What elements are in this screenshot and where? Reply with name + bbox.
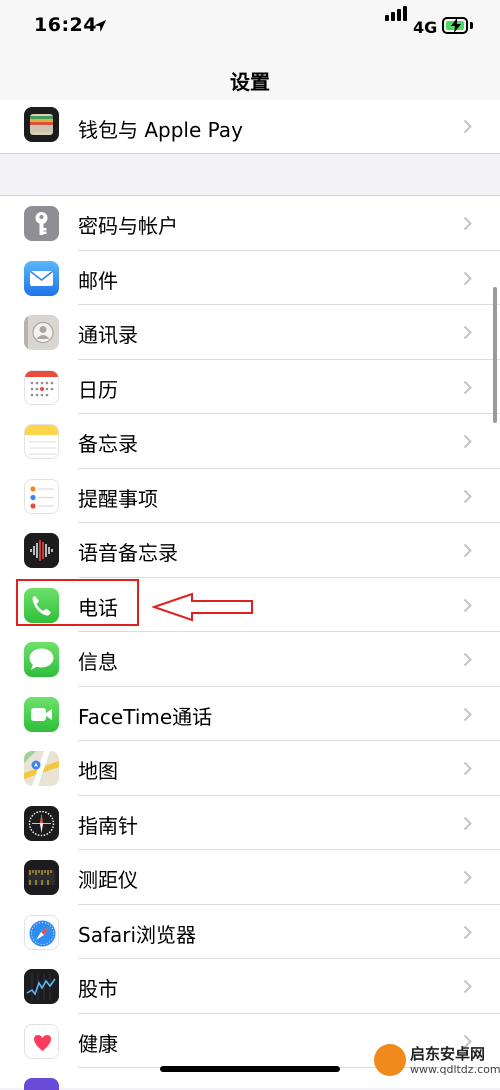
- settings-row-voice-memos[interactable]: 语音备忘录: [0, 523, 500, 578]
- reminders-icon: [24, 478, 59, 514]
- settings-row-label: 健康: [78, 1031, 118, 1056]
- settings-row-mail[interactable]: 邮件: [0, 251, 500, 305]
- chevron-right-icon: [463, 489, 472, 503]
- settings-row-label: 信息: [78, 650, 118, 674]
- voice-memos-icon: [24, 533, 59, 568]
- chevron-right-icon: [463, 979, 472, 994]
- chevron-right-icon: [463, 271, 472, 285]
- notes-icon: [24, 424, 59, 459]
- watermark-name: 启东安卓网: [410, 1045, 486, 1063]
- page-title: 设置: [230, 70, 270, 94]
- contacts-icon: [24, 315, 59, 350]
- settings-row-label: 语音备忘录: [78, 541, 178, 565]
- wallet-icon: [24, 107, 59, 142]
- watermark: 启东安卓网 www.qdltdz.com: [370, 1040, 500, 1082]
- annotation-arrow-icon: [152, 592, 253, 622]
- chevron-right-icon: [463, 816, 472, 830]
- battery-cap: [470, 22, 473, 29]
- messages-icon: [24, 642, 59, 677]
- home-indicator[interactable]: [160, 1066, 340, 1072]
- mail-icon: [24, 260, 59, 296]
- settings-row-measure[interactable]: 测距仪: [0, 850, 500, 905]
- key-icon: [24, 206, 59, 241]
- settings-row-label: 邮件: [78, 268, 118, 293]
- scroll-indicator[interactable]: [493, 287, 497, 423]
- chevron-right-icon: [463, 761, 472, 776]
- home-app-icon: [24, 1078, 59, 1090]
- settings-row-label: 股市: [78, 977, 118, 1001]
- chevron-right-icon: [463, 119, 472, 134]
- settings-row-label: 指南针: [78, 813, 138, 838]
- settings-row-label: 日历: [78, 377, 118, 402]
- chevron-right-icon: [463, 925, 472, 939]
- health-icon: [24, 1023, 59, 1059]
- safari-icon: [24, 914, 59, 950]
- status-bar: 16:24 4G: [0, 0, 500, 56]
- settings-row-maps[interactable]: 地图: [0, 741, 500, 796]
- settings-row-contacts[interactable]: 通讯录: [0, 305, 500, 360]
- measure-icon: [24, 860, 59, 895]
- settings-group-wallet: 钱包与 Apple Pay: [0, 100, 500, 154]
- chevron-right-icon: [463, 380, 472, 394]
- settings-row-label: 提醒事项: [78, 486, 158, 511]
- settings-row-label: 测距仪: [78, 868, 138, 892]
- chevron-right-icon: [463, 870, 472, 885]
- settings-row-compass[interactable]: 指南针: [0, 796, 500, 850]
- settings-row-safari[interactable]: Safari浏览器: [0, 905, 500, 959]
- watermark-logo-icon: [374, 1044, 406, 1076]
- settings-row-label: 密码与帐户: [78, 214, 178, 238]
- settings-row-label: FaceTime通话: [78, 704, 213, 729]
- settings-row-passwords[interactable]: 密码与帐户: [0, 196, 500, 251]
- location-arrow-icon: [94, 20, 106, 32]
- settings-row-wallet[interactable]: 钱包与 Apple Pay: [0, 100, 500, 153]
- settings-row-calendar[interactable]: 日历: [0, 360, 500, 414]
- settings-group-apps: 密码与帐户 邮件 通讯录 日历 备忘录 提醒事项 语音备忘录 电话 信息 Fac…: [0, 195, 500, 1090]
- settings-row-label: 地图: [78, 759, 118, 783]
- calendar-icon: [24, 369, 59, 405]
- chevron-right-icon: [463, 707, 472, 721]
- settings-row-label: 通讯录: [78, 323, 138, 347]
- stocks-icon: [24, 969, 59, 1004]
- settings-row-label: 备忘录: [78, 432, 138, 456]
- charging-bolt-icon: [451, 18, 461, 33]
- settings-row-stocks[interactable]: 股市: [0, 959, 500, 1014]
- settings-row-facetime[interactable]: FaceTime通话: [0, 687, 500, 741]
- settings-row-label: 钱包与 Apple Pay: [78, 118, 243, 142]
- settings-row-notes[interactable]: 备忘录: [0, 414, 500, 469]
- highlight-box: [16, 579, 139, 626]
- chevron-right-icon: [463, 598, 472, 612]
- watermark-url: www.qdltdz.com: [410, 1063, 500, 1076]
- chevron-right-icon: [463, 652, 472, 667]
- settings-row-reminders[interactable]: 提醒事项: [0, 469, 500, 523]
- chevron-right-icon: [463, 216, 472, 231]
- chevron-right-icon: [463, 543, 472, 558]
- network-type: 4G: [413, 18, 438, 37]
- settings-row-messages[interactable]: 信息: [0, 632, 500, 687]
- compass-icon: [24, 805, 59, 841]
- chevron-right-icon: [463, 434, 472, 449]
- status-time: 16:24: [34, 14, 97, 36]
- chevron-right-icon: [463, 325, 472, 340]
- facetime-icon: [24, 696, 59, 732]
- settings-row-label: Safari浏览器: [78, 922, 197, 947]
- maps-icon: [24, 751, 59, 786]
